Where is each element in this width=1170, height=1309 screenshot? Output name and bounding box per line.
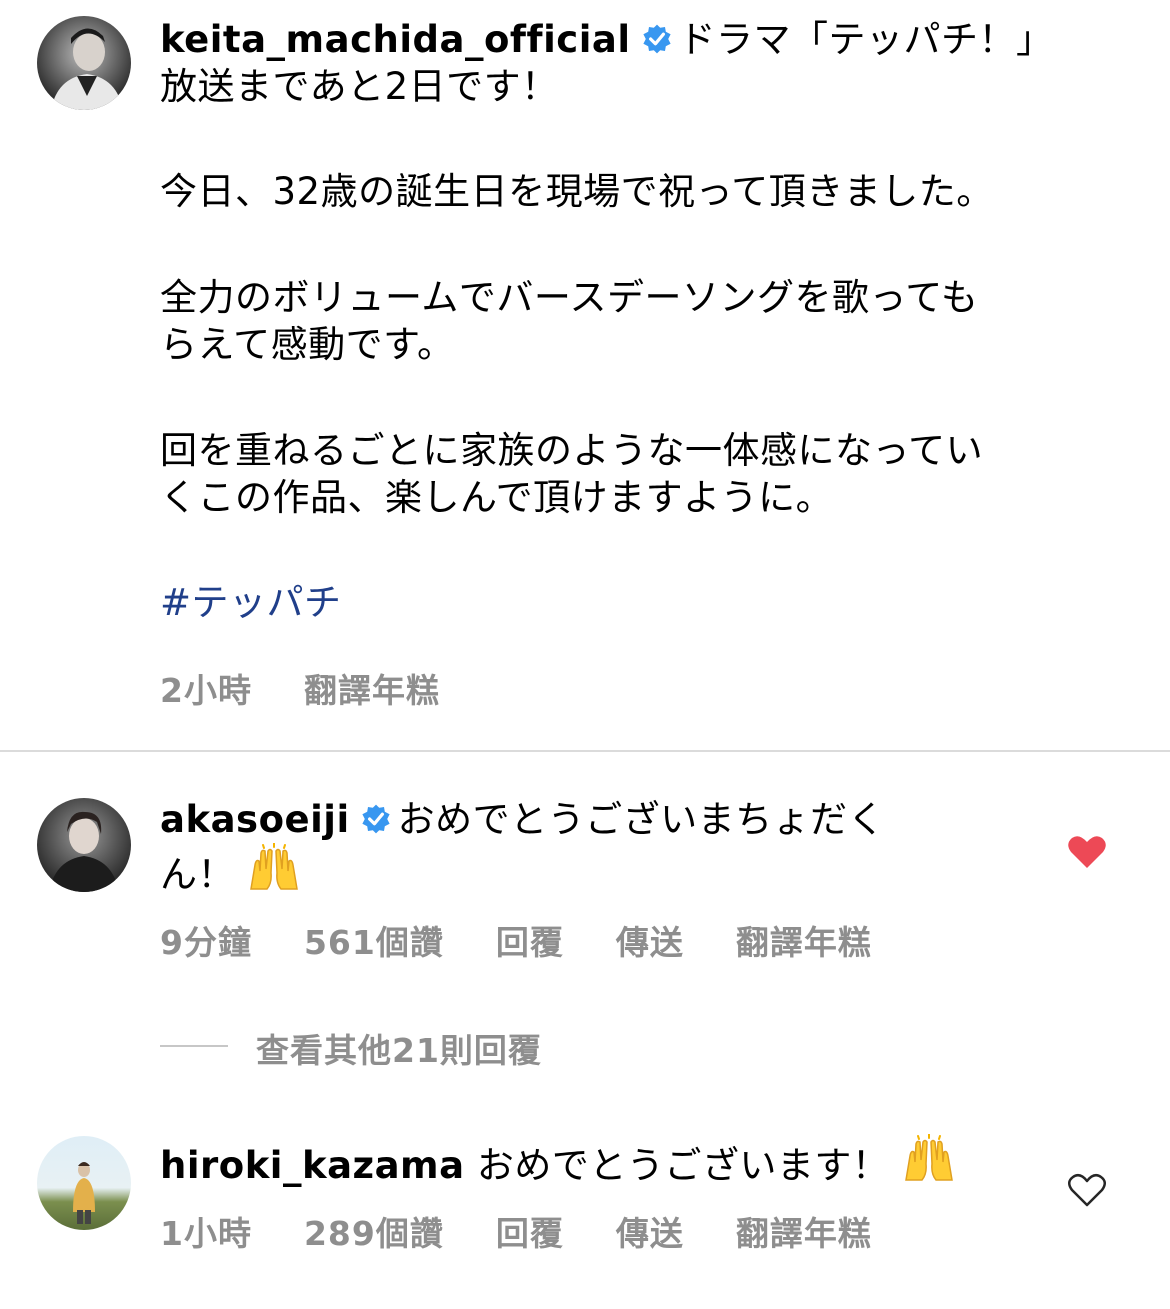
post-meta: 2小時 翻譯年糕	[160, 664, 492, 712]
comment-time: 9分鐘	[160, 923, 252, 962]
post-caption: keita_machida_official ドラマ「テッパチ！」 放送まであと…	[160, 16, 1120, 626]
hashtag-link[interactable]: #テッパチ	[160, 581, 342, 624]
reply-button[interactable]: 回覆	[496, 923, 564, 962]
caption-line: くこの作品、楽しんで頂けますように。	[160, 476, 834, 519]
caption-line: 回を重ねるごとに家族のような一体感になってい	[160, 429, 984, 472]
caption-head: ドラマ「テッパチ！」	[678, 18, 1054, 61]
comment-avatar[interactable]	[37, 798, 131, 892]
comment-text: おめでとうございます！	[476, 1144, 890, 1187]
raising-hands-icon	[247, 842, 301, 904]
post-author-username[interactable]: keita_machida_official	[160, 18, 631, 61]
post-time: 2小時	[160, 671, 252, 710]
caption-line: 全力のボリュームでバースデーソングを歌っても	[160, 276, 979, 319]
comment-likes[interactable]: 289個讚	[304, 1214, 444, 1253]
heart-outline-icon[interactable]	[1067, 1172, 1107, 1208]
send-button[interactable]: 傳送	[616, 1214, 684, 1253]
liked-heart-icon[interactable]	[1067, 834, 1107, 870]
reply-button[interactable]: 回覆	[496, 1214, 564, 1253]
translate-button[interactable]: 翻譯年糕	[736, 923, 872, 962]
raising-hands-icon	[902, 1133, 956, 1195]
send-button[interactable]: 傳送	[616, 923, 684, 962]
verified-badge-icon	[642, 24, 671, 54]
replies-divider	[160, 1045, 228, 1047]
caption-line	[160, 110, 1120, 168]
view-replies-button[interactable]: 查看其他21則回覆	[256, 1024, 542, 1072]
caption-divider	[0, 750, 1170, 752]
comment-body: hiroki_kazama おめでとうございます！	[160, 1133, 1040, 1195]
comment-meta: 1小時 289個讚 回覆 傳送 翻譯年糕	[160, 1207, 924, 1255]
post-author-avatar[interactable]	[37, 16, 131, 110]
caption-line	[160, 521, 1120, 579]
comment-username[interactable]: akasoeiji	[160, 798, 350, 841]
translate-button[interactable]: 翻譯年糕	[736, 1214, 872, 1253]
caption-line: 放送まであと2日です！	[160, 65, 559, 108]
comment-meta: 9分鐘 561個讚 回覆 傳送 翻譯年糕	[160, 916, 924, 964]
comment-body: akasoeiji おめでとうございまちょだく ん！	[160, 796, 960, 904]
comment-time: 1小時	[160, 1214, 252, 1253]
comment-text-line: おめでとうございまちょだく	[397, 798, 886, 841]
comment-text-line: ん！	[160, 853, 235, 896]
caption-line: 今日、32歳の誕生日を現場で祝って頂きました。	[160, 170, 994, 213]
caption-line	[160, 368, 1120, 427]
comment-avatar[interactable]	[37, 1136, 131, 1230]
comment-username[interactable]: hiroki_kazama	[160, 1144, 465, 1187]
caption-line: らえて感動です。	[160, 323, 455, 366]
verified-badge-icon	[362, 804, 390, 834]
caption-line	[160, 215, 1120, 274]
comment-likes[interactable]: 561個讚	[304, 923, 444, 962]
translate-button[interactable]: 翻譯年糕	[304, 671, 440, 710]
